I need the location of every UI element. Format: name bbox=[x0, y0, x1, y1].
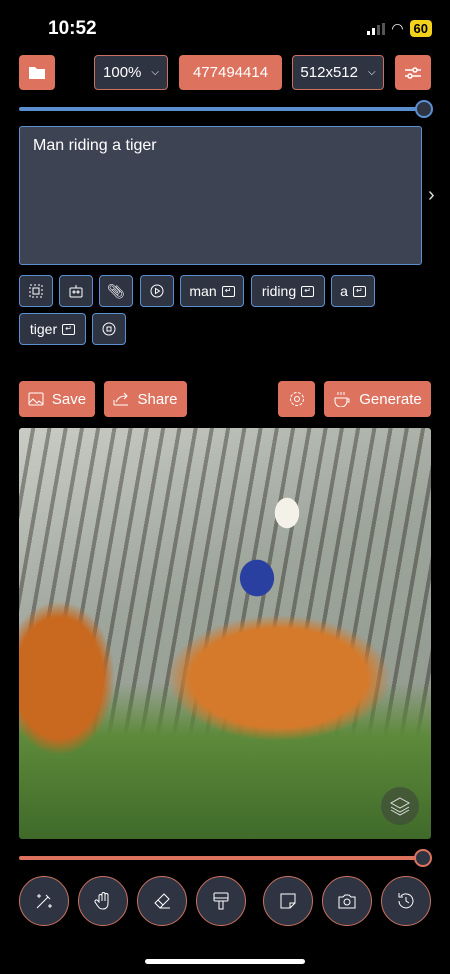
camera-icon bbox=[337, 892, 357, 910]
status-time: 10:52 bbox=[48, 18, 97, 39]
share-label: Share bbox=[137, 390, 178, 408]
token-chip[interactable]: riding ↵ bbox=[251, 275, 325, 307]
layers-button[interactable] bbox=[381, 787, 419, 825]
strength-slider-handle[interactable] bbox=[415, 100, 433, 118]
magic-wand-icon bbox=[34, 891, 54, 911]
token-label: a bbox=[340, 283, 348, 299]
play-circle-icon bbox=[150, 284, 164, 298]
strength-slider-track[interactable] bbox=[19, 107, 417, 111]
coffee-cup-icon bbox=[333, 391, 351, 407]
gear-icon bbox=[289, 391, 305, 407]
token-chip[interactable]: tiger ↵ bbox=[19, 313, 86, 345]
brush-slider-handle[interactable] bbox=[414, 849, 432, 867]
robot-icon bbox=[69, 284, 83, 298]
token-chip[interactable]: man ↵ bbox=[180, 275, 244, 307]
token-label: man bbox=[189, 283, 217, 299]
stop-button[interactable] bbox=[92, 313, 126, 345]
generated-image-canvas[interactable] bbox=[19, 428, 431, 839]
robot-button[interactable] bbox=[59, 275, 93, 307]
open-folder-button[interactable] bbox=[19, 55, 55, 90]
size-select[interactable]: 512x512 ⌵ bbox=[292, 55, 384, 90]
paperclip-icon: 📎︎ bbox=[107, 282, 125, 299]
save-label: Save bbox=[51, 390, 87, 408]
eraser-button[interactable] bbox=[137, 876, 187, 926]
magic-wand-button[interactable] bbox=[19, 876, 69, 926]
token-label: tiger bbox=[29, 321, 58, 337]
zoom-select[interactable]: 100% ⌵ bbox=[94, 55, 168, 90]
layers-icon bbox=[389, 796, 411, 816]
status-icons: ◠ 60 bbox=[367, 20, 432, 37]
paint-roller-button[interactable] bbox=[196, 876, 246, 926]
select-area-icon bbox=[29, 284, 43, 298]
sliders-icon bbox=[404, 66, 422, 80]
generation-settings-button[interactable] bbox=[278, 381, 315, 417]
history-icon bbox=[396, 891, 416, 911]
sticky-note-button[interactable] bbox=[263, 876, 313, 926]
hand-tool-button[interactable] bbox=[78, 876, 128, 926]
seed-button[interactable]: 477494414 bbox=[179, 55, 282, 90]
size-value: 512x512 bbox=[300, 64, 358, 81]
token-label: riding bbox=[261, 283, 297, 299]
generate-label: Generate bbox=[359, 390, 422, 408]
chevron-down-icon: ⌵ bbox=[367, 67, 376, 78]
seed-value: 477494414 bbox=[192, 64, 269, 81]
folder-icon bbox=[29, 66, 45, 79]
wifi-icon: ◠ bbox=[391, 20, 404, 36]
share-icon bbox=[113, 392, 129, 406]
save-button[interactable]: Save bbox=[19, 381, 95, 417]
generate-button[interactable]: Generate bbox=[324, 381, 431, 417]
return-icon: ↵ bbox=[221, 285, 235, 297]
chevron-right-icon[interactable]: › bbox=[428, 184, 435, 207]
return-icon: ↵ bbox=[352, 285, 366, 297]
brush-slider-track[interactable] bbox=[19, 856, 417, 860]
return-icon: ↵ bbox=[301, 285, 315, 297]
sticky-note-icon bbox=[278, 891, 298, 911]
chevron-down-icon: ⌵ bbox=[151, 67, 159, 78]
settings-sliders-button[interactable] bbox=[395, 55, 431, 90]
paint-brush-icon bbox=[211, 891, 231, 911]
prompt-input[interactable]: Man riding a tiger bbox=[19, 126, 422, 265]
history-button[interactable] bbox=[381, 876, 431, 926]
eraser-icon bbox=[152, 891, 172, 911]
image-icon bbox=[28, 392, 44, 406]
share-button[interactable]: Share bbox=[104, 381, 187, 417]
play-button[interactable] bbox=[140, 275, 174, 307]
signal-icon bbox=[367, 22, 386, 35]
attach-button[interactable]: 📎︎ bbox=[99, 275, 133, 307]
hand-icon bbox=[93, 891, 113, 911]
token-chip[interactable]: a ↵ bbox=[331, 275, 375, 307]
zoom-value: 100% bbox=[103, 64, 142, 81]
camera-button[interactable] bbox=[322, 876, 372, 926]
return-icon: ↵ bbox=[62, 323, 76, 335]
stop-circle-icon bbox=[102, 322, 116, 336]
battery-level: 60 bbox=[409, 20, 432, 37]
select-area-button[interactable] bbox=[19, 275, 53, 307]
home-indicator bbox=[145, 959, 305, 964]
